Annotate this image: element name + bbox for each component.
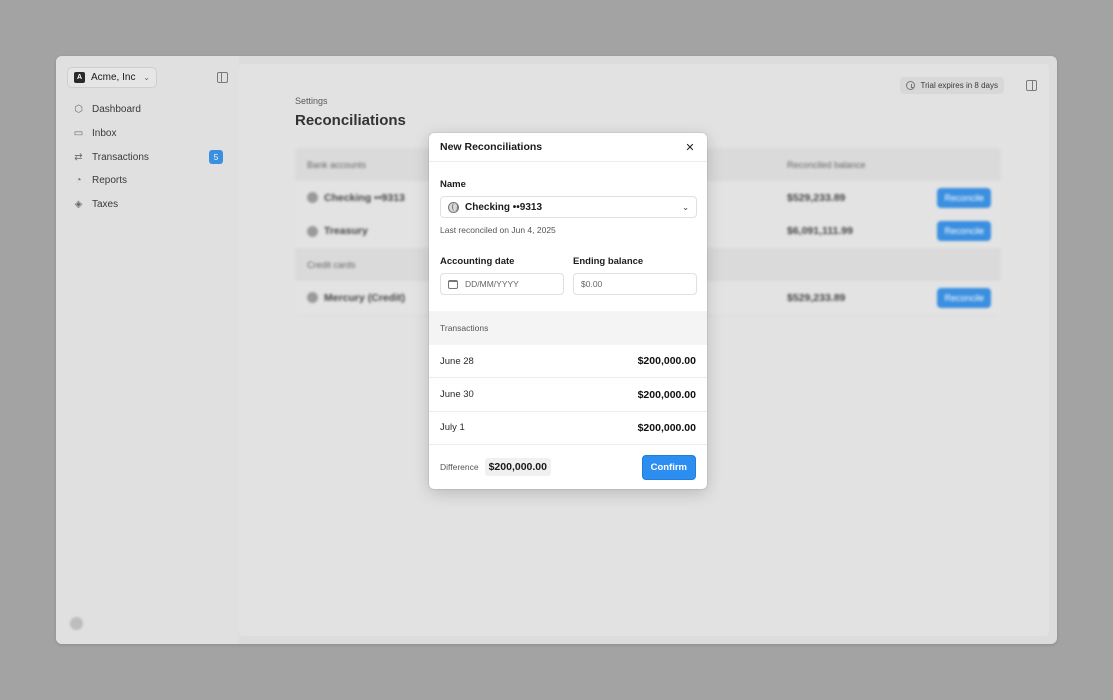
org-switcher[interactable]: A Acme, Inc ⌄ — [67, 67, 157, 88]
sidebar-item-label: Taxes — [92, 199, 119, 211]
breadcrumb[interactable]: Settings — [295, 96, 328, 106]
account-balance: $6,091,111.99 — [787, 225, 853, 238]
difference-label: Difference — [440, 462, 479, 472]
sidebar-item-reports[interactable]: ◔ Reports — [67, 169, 229, 193]
list-item[interactable]: July 1 $200,000.00 — [429, 412, 707, 446]
sidebar-toggle-icon[interactable] — [217, 72, 228, 83]
cube-icon: ⬡ — [74, 104, 83, 116]
account-name: Mercury (Credit) — [324, 291, 406, 304]
new-reconciliation-dialog: New Reconciliations ✕ Name Checking ••93… — [429, 133, 707, 489]
count-badge: 5 — [209, 150, 223, 165]
globe-icon — [448, 201, 459, 213]
reconcile-button[interactable]: Reconcile — [937, 287, 991, 308]
ending-balance-field[interactable]: $0.00 — [573, 273, 697, 295]
avatar[interactable] — [70, 617, 83, 630]
pie-icon: ◔ — [75, 175, 82, 187]
transactions-label: Transactions — [440, 323, 489, 333]
dialog-title: New Reconciliations — [440, 141, 543, 153]
credit-cards-header: Credit cards — [307, 259, 356, 270]
sidebar-nav: ⬡ Dashboard ▭ Inbox ⇄ Transactions 5 ◔ R… — [67, 98, 229, 216]
difference-value: $200,000.00 — [484, 458, 551, 476]
transaction-amount: $200,000.00 — [637, 388, 696, 401]
right-panel-toggle-icon[interactable] — [1026, 80, 1037, 91]
confirm-button[interactable]: Confirm — [641, 454, 696, 480]
account-balance: $529,233.89 — [787, 191, 846, 204]
sidebar-item-label: Inbox — [92, 128, 117, 140]
bank-icon — [307, 225, 318, 237]
card-icon — [307, 292, 318, 304]
transaction-date: June 28 — [440, 355, 474, 367]
accounting-date-field[interactable]: DD/MM/YYYY — [440, 273, 564, 295]
org-logo: A — [74, 72, 85, 83]
arrows-icon: ⇄ — [74, 151, 83, 163]
chevron-down-icon: ⌄ — [143, 73, 150, 82]
trial-badge[interactable]: Trial expires in 8 days — [900, 77, 1004, 94]
close-icon[interactable]: ✕ — [684, 141, 696, 154]
transaction-date: July 1 — [440, 422, 465, 434]
account-select-value: Checking ••9313 — [465, 201, 543, 213]
dialog-header: New Reconciliations ✕ — [429, 133, 707, 162]
sidebar-item-transactions[interactable]: ⇄ Transactions 5 — [67, 145, 229, 169]
name-label: Name — [440, 179, 466, 190]
calendar-icon — [448, 279, 458, 289]
sidebar-item-inbox[interactable]: ▭ Inbox — [67, 122, 229, 146]
sidebar-item-label: Dashboard — [92, 104, 141, 116]
sidebar-item-taxes[interactable]: ◈ Taxes — [67, 193, 229, 217]
account-balance: $529,233.89 — [787, 291, 846, 304]
chevron-down-icon: ⌄ — [682, 202, 689, 212]
transactions-section-header: Transactions — [429, 311, 707, 345]
org-name: Acme, Inc — [91, 72, 136, 83]
balance-placeholder: $0.00 — [581, 279, 603, 289]
bank-icon — [307, 192, 318, 204]
list-item[interactable]: June 28 $200,000.00 — [429, 345, 707, 379]
transaction-amount: $200,000.00 — [637, 421, 696, 434]
transactions-list: June 28 $200,000.00 June 30 $200,000.00 … — [429, 345, 707, 446]
reconcile-button[interactable]: Reconcile — [937, 187, 991, 208]
ending-balance-label: Ending balance — [573, 256, 644, 267]
bank-accounts-header: Bank accounts — [307, 159, 367, 170]
sidebar-item-label: Transactions — [92, 151, 149, 163]
layers-icon: ◈ — [74, 199, 83, 211]
last-reconciled-hint: Last reconciled on Jun 4, 2025 — [440, 225, 556, 235]
inbox-icon: ▭ — [73, 128, 84, 140]
accounting-date-label: Accounting date — [440, 256, 515, 267]
dialog-footer: Difference $200,000.00 Confirm — [429, 445, 707, 489]
balance-header: Reconciled balance — [787, 159, 866, 170]
list-item[interactable]: June 30 $200,000.00 — [429, 378, 707, 412]
sidebar: A Acme, Inc ⌄ ⬡ Dashboard ▭ Inbox ⇄ Tran… — [56, 56, 239, 644]
sidebar-item-dashboard[interactable]: ⬡ Dashboard — [67, 98, 229, 122]
account-name: Treasury — [324, 225, 368, 238]
reconcile-button[interactable]: Reconcile — [937, 221, 991, 242]
transaction-amount: $200,000.00 — [637, 355, 696, 368]
clock-icon — [906, 81, 916, 90]
page-title: Reconciliations — [295, 112, 406, 129]
transaction-date: June 30 — [440, 389, 474, 401]
sidebar-item-label: Reports — [92, 175, 128, 187]
account-select[interactable]: Checking ••9313 ⌄ — [440, 196, 697, 218]
date-placeholder: DD/MM/YYYY — [465, 279, 519, 289]
trial-text: Trial expires in 8 days — [920, 81, 998, 90]
account-name: Checking ••9313 — [324, 191, 405, 204]
